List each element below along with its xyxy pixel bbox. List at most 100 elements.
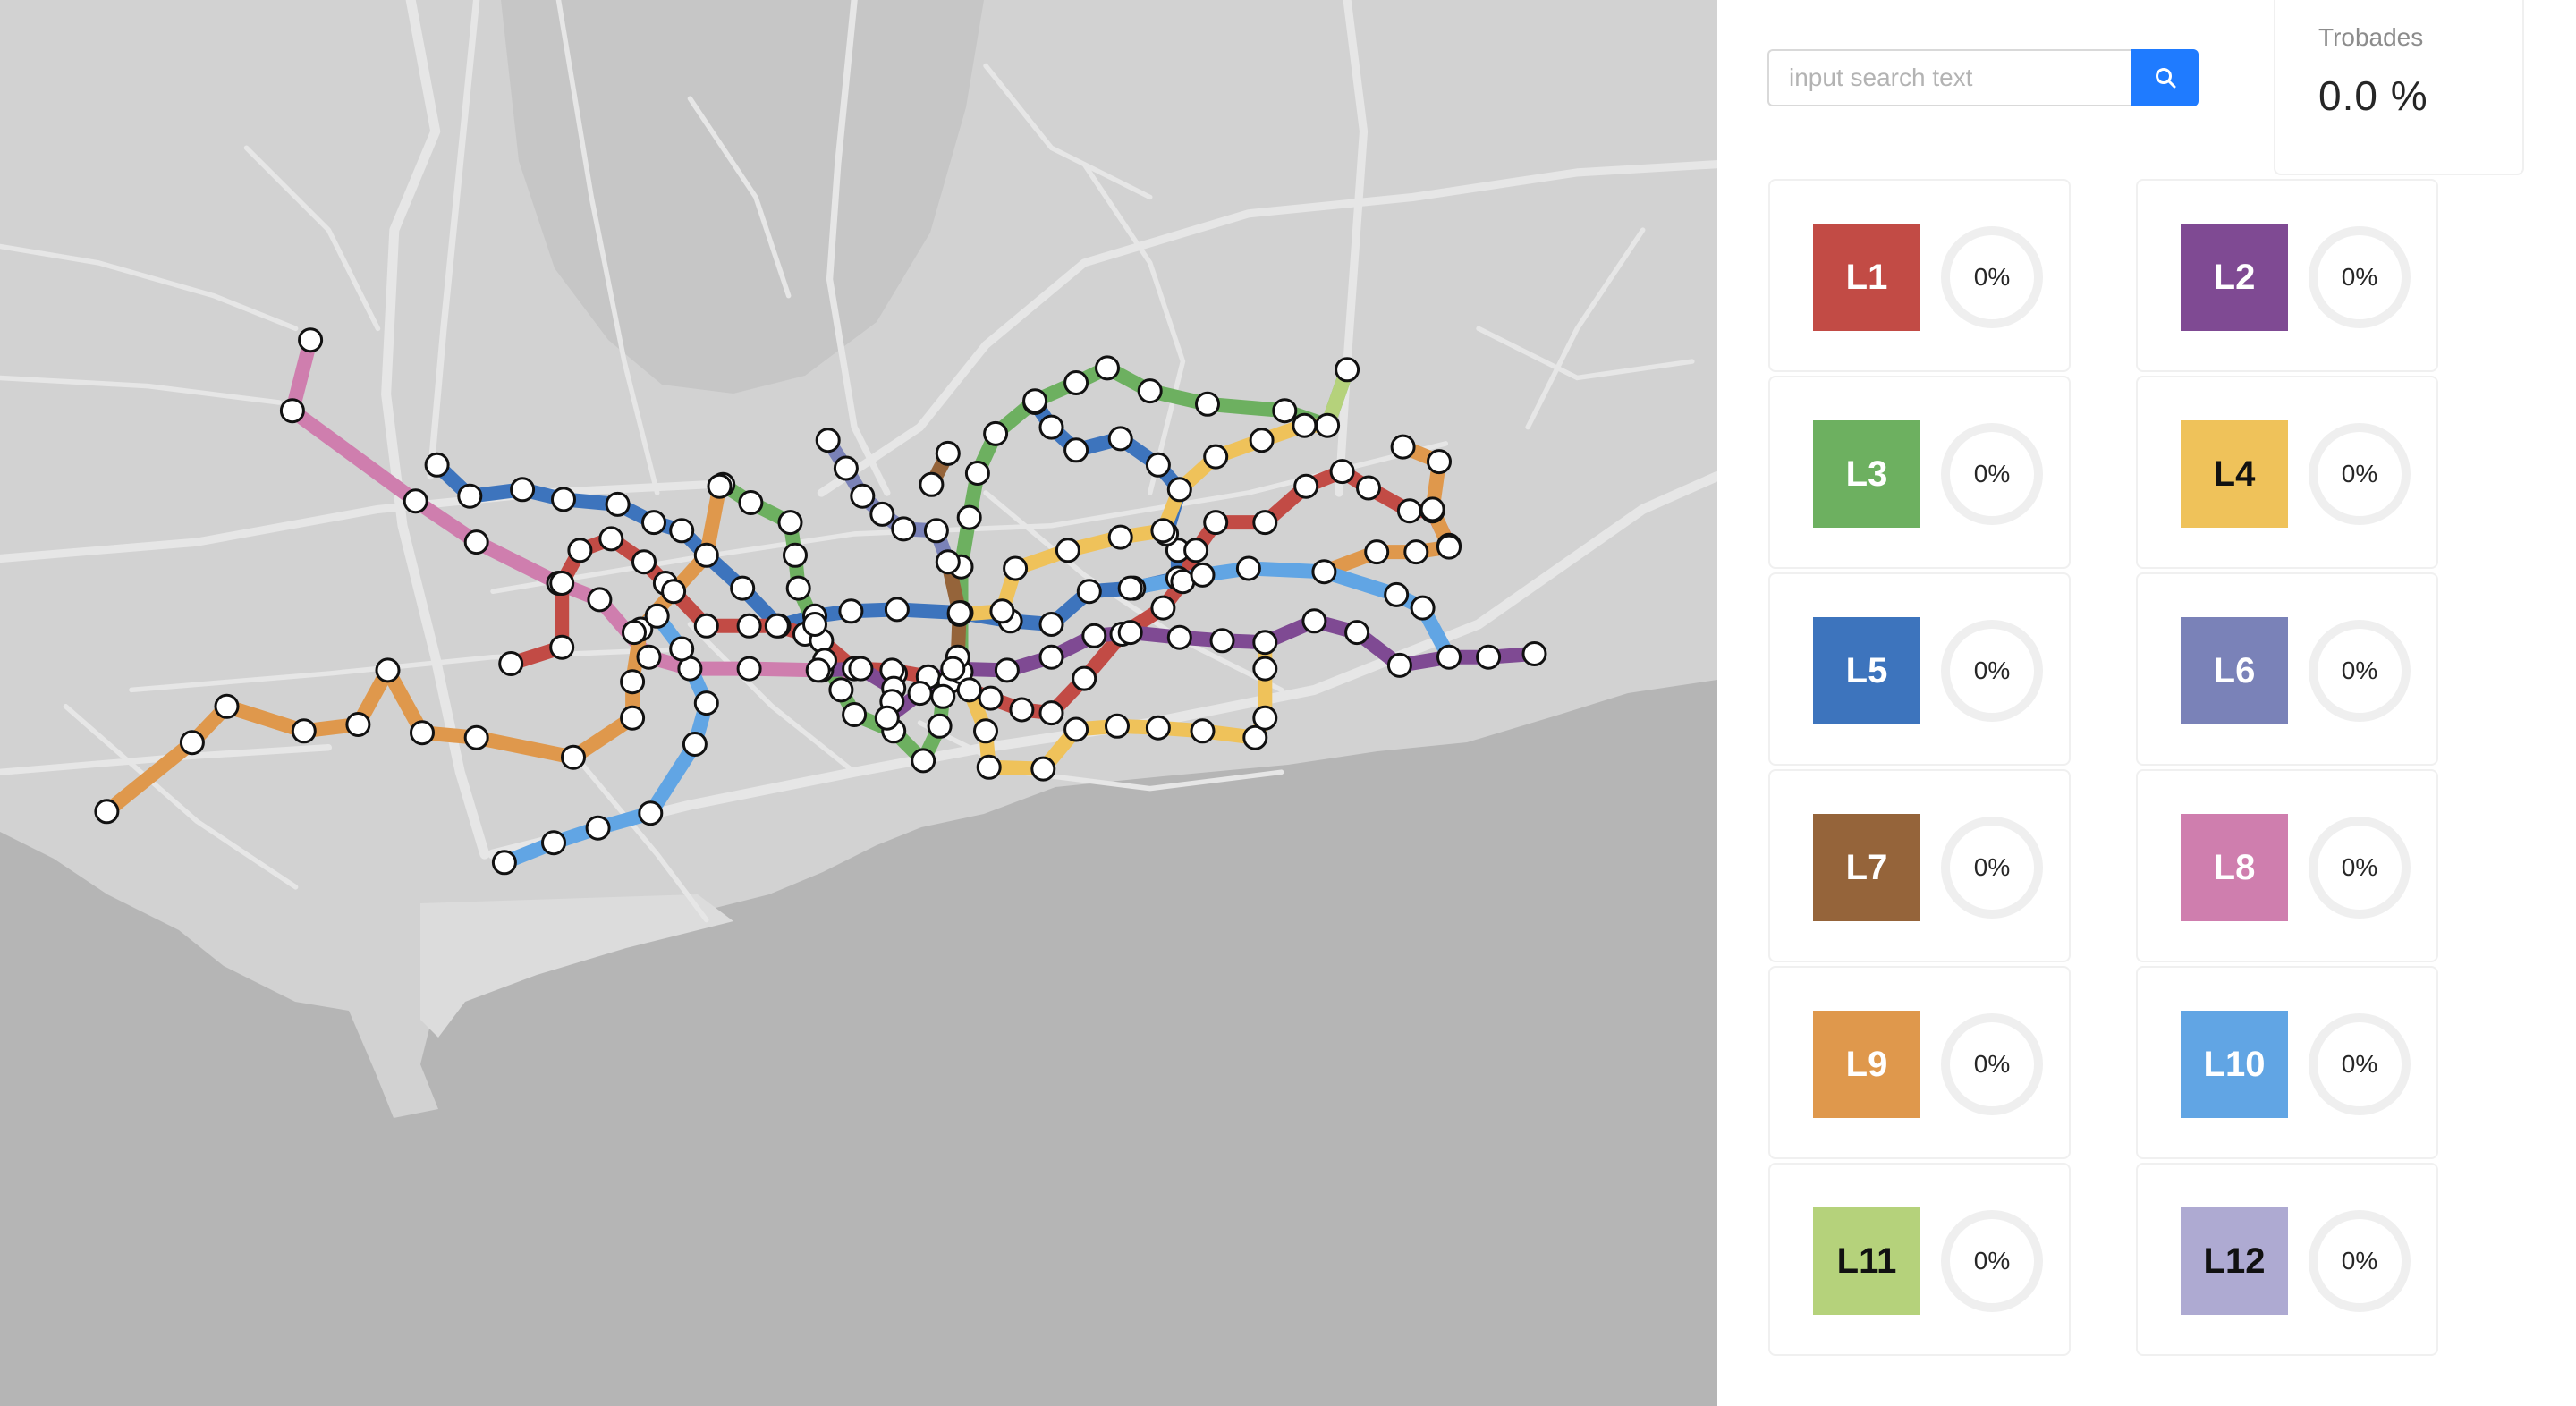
station-marker[interactable] xyxy=(551,487,576,512)
station-marker[interactable] xyxy=(1145,715,1171,741)
station-marker[interactable] xyxy=(1315,412,1341,438)
station-marker[interactable] xyxy=(978,685,1004,711)
station-marker[interactable] xyxy=(1105,713,1130,739)
station-marker[interactable] xyxy=(693,613,719,639)
station-marker[interactable] xyxy=(983,420,1009,446)
station-marker[interactable] xyxy=(620,669,646,695)
station-marker[interactable] xyxy=(973,718,998,744)
station-marker[interactable] xyxy=(1117,575,1143,601)
station-marker[interactable] xyxy=(179,730,205,756)
station-marker[interactable] xyxy=(669,636,695,662)
station-marker[interactable] xyxy=(620,705,646,731)
station-marker[interactable] xyxy=(1117,620,1143,646)
line-card-l8[interactable]: L8 0% xyxy=(2136,769,2438,962)
line-card-l11[interactable]: L11 0% xyxy=(1768,1163,2071,1356)
station-marker[interactable] xyxy=(1072,665,1097,691)
station-marker[interactable] xyxy=(463,529,489,555)
station-marker[interactable] xyxy=(1038,700,1064,726)
station-marker[interactable] xyxy=(1009,697,1035,723)
station-marker[interactable] xyxy=(622,620,647,646)
station-marker[interactable] xyxy=(1252,510,1278,536)
station-marker[interactable] xyxy=(802,612,827,637)
station-marker[interactable] xyxy=(402,488,428,514)
station-marker[interactable] xyxy=(1249,428,1275,453)
station-marker[interactable] xyxy=(1410,595,1436,621)
metro-map[interactable] xyxy=(0,0,1717,1406)
station-marker[interactable] xyxy=(1252,630,1278,656)
line-card-l4[interactable]: L4 0% xyxy=(2136,376,2438,569)
station-marker[interactable] xyxy=(1166,624,1192,650)
station-marker[interactable] xyxy=(1335,357,1360,383)
station-marker[interactable] xyxy=(693,542,719,568)
line-card-l5[interactable]: L5 0% xyxy=(1768,572,2071,766)
station-marker[interactable] xyxy=(815,428,841,453)
station-marker[interactable] xyxy=(1203,444,1229,470)
station-marker[interactable] xyxy=(1344,620,1370,646)
station-marker[interactable] xyxy=(1311,559,1337,585)
station-marker[interactable] xyxy=(1190,562,1216,588)
station-marker[interactable] xyxy=(498,651,524,676)
station-marker[interactable] xyxy=(1063,716,1089,742)
station-marker[interactable] xyxy=(1436,644,1462,670)
station-marker[interactable] xyxy=(848,656,874,682)
station-marker[interactable] xyxy=(424,452,450,478)
station-marker[interactable] xyxy=(1203,510,1229,536)
station-marker[interactable] xyxy=(1301,608,1327,634)
station-marker[interactable] xyxy=(410,720,435,746)
station-marker[interactable] xyxy=(94,799,120,825)
station-marker[interactable] xyxy=(561,744,586,770)
station-marker[interactable] xyxy=(1063,437,1089,463)
station-marker[interactable] xyxy=(1038,612,1064,637)
station-marker[interactable] xyxy=(964,461,990,486)
station-marker[interactable] xyxy=(1403,539,1429,565)
station-marker[interactable] xyxy=(1038,414,1064,440)
station-marker[interactable] xyxy=(956,677,982,703)
station-marker[interactable] xyxy=(463,724,489,750)
station-marker[interactable] xyxy=(927,713,953,739)
station-marker[interactable] xyxy=(598,526,624,552)
station-marker[interactable] xyxy=(1356,475,1381,501)
station-marker[interactable] xyxy=(1022,388,1048,414)
station-marker[interactable] xyxy=(214,693,240,719)
station-marker[interactable] xyxy=(1292,412,1318,438)
station-marker[interactable] xyxy=(636,644,662,670)
station-marker[interactable] xyxy=(279,398,305,424)
station-marker[interactable] xyxy=(682,732,708,757)
station-marker[interactable] xyxy=(1386,652,1412,678)
station-marker[interactable] xyxy=(644,603,670,629)
station-marker[interactable] xyxy=(940,656,966,682)
station-marker[interactable] xyxy=(911,748,936,774)
station-marker[interactable] xyxy=(1095,355,1120,381)
station-marker[interactable] xyxy=(1427,449,1452,475)
station-marker[interactable] xyxy=(669,518,695,544)
station-marker[interactable] xyxy=(891,516,917,542)
station-marker[interactable] xyxy=(1003,555,1029,581)
station-marker[interactable] xyxy=(638,800,664,826)
station-marker[interactable] xyxy=(935,440,961,466)
station-marker[interactable] xyxy=(1107,524,1133,550)
station-marker[interactable] xyxy=(1209,628,1235,654)
station-marker[interactable] xyxy=(1076,579,1102,605)
station-marker[interactable] xyxy=(1390,434,1416,460)
station-marker[interactable] xyxy=(1063,370,1089,395)
station-marker[interactable] xyxy=(510,477,536,503)
station-marker[interactable] xyxy=(1183,538,1209,563)
station-marker[interactable] xyxy=(693,690,719,716)
station-marker[interactable] xyxy=(930,683,956,709)
station-marker[interactable] xyxy=(989,598,1015,624)
station-marker[interactable] xyxy=(1419,496,1445,522)
line-card-l3[interactable]: L3 0% xyxy=(1768,376,2071,569)
station-marker[interactable] xyxy=(375,657,401,683)
station-marker[interactable] xyxy=(785,575,811,601)
station-marker[interactable] xyxy=(1145,452,1171,478)
station-marker[interactable] xyxy=(298,327,324,353)
station-marker[interactable] xyxy=(738,490,764,515)
station-marker[interactable] xyxy=(1195,391,1220,417)
station-marker[interactable] xyxy=(1436,534,1462,560)
station-marker[interactable] xyxy=(631,549,657,575)
station-marker[interactable] xyxy=(291,718,317,744)
station-marker[interactable] xyxy=(994,657,1020,683)
station-marker[interactable] xyxy=(605,491,631,517)
station-marker[interactable] xyxy=(567,538,593,563)
station-marker[interactable] xyxy=(730,575,756,601)
